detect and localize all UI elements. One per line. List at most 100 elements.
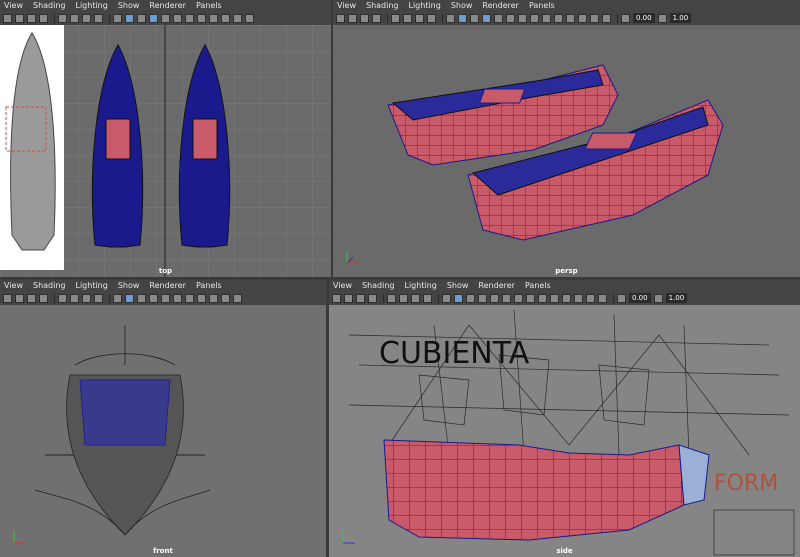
- film-gate-icon[interactable]: [399, 293, 408, 303]
- textured-icon[interactable]: [470, 13, 479, 23]
- isolate-icon[interactable]: [209, 13, 218, 23]
- isolate-icon[interactable]: [209, 293, 218, 303]
- viewport-canvas-front[interactable]: front: [0, 305, 326, 557]
- menu-renderer[interactable]: Renderer: [478, 281, 515, 290]
- menu-show[interactable]: Show: [451, 1, 473, 10]
- gate-mask-icon[interactable]: [423, 293, 432, 303]
- exposure-field[interactable]: 0.00: [629, 293, 651, 303]
- menu-renderer[interactable]: Renderer: [149, 1, 186, 10]
- image-plane-icon[interactable]: [39, 293, 48, 303]
- camera-icon[interactable]: [3, 293, 12, 303]
- menu-view[interactable]: View: [4, 281, 23, 290]
- menu-renderer[interactable]: Renderer: [482, 1, 519, 10]
- grid-icon[interactable]: [58, 13, 67, 23]
- grid-icon[interactable]: [58, 293, 67, 303]
- gate-mask-icon[interactable]: [94, 13, 103, 23]
- resolution-gate-icon[interactable]: [415, 13, 424, 23]
- bookmark-icon[interactable]: [27, 13, 36, 23]
- xray-icon[interactable]: [161, 293, 170, 303]
- wireframe-icon[interactable]: [442, 293, 451, 303]
- xray-joints-icon[interactable]: [550, 293, 559, 303]
- viewport-side[interactable]: View Shading Lighting Show Renderer Pane…: [329, 280, 800, 557]
- image-plane-icon[interactable]: [39, 13, 48, 23]
- exposure-field[interactable]: 0.00: [633, 13, 655, 23]
- resolution-gate-icon[interactable]: [82, 293, 91, 303]
- textured-icon[interactable]: [137, 293, 146, 303]
- lights-icon[interactable]: [173, 13, 182, 23]
- viewport-persp[interactable]: View Shading Lighting Show Renderer Pane…: [333, 0, 800, 277]
- isolate-icon[interactable]: [538, 293, 547, 303]
- smooth-shade-icon[interactable]: [454, 293, 463, 303]
- isolate-icon[interactable]: [542, 13, 551, 23]
- camera-icon[interactable]: [332, 293, 341, 303]
- menu-shading[interactable]: Shading: [33, 281, 66, 290]
- wireframe-icon[interactable]: [446, 13, 455, 23]
- bookmark-icon[interactable]: [356, 293, 365, 303]
- wireframe-icon[interactable]: [113, 293, 122, 303]
- exposure-icon[interactable]: [598, 293, 607, 303]
- lights-icon[interactable]: [502, 293, 511, 303]
- textured-icon[interactable]: [137, 13, 146, 23]
- menu-shading[interactable]: Shading: [33, 1, 66, 10]
- xray-icon[interactable]: [490, 293, 499, 303]
- xray-icon[interactable]: [161, 13, 170, 23]
- xray-icon[interactable]: [494, 13, 503, 23]
- grid-icon[interactable]: [391, 13, 400, 23]
- camera-icon[interactable]: [3, 13, 12, 23]
- menu-view[interactable]: View: [4, 1, 23, 10]
- gate-mask-icon[interactable]: [94, 293, 103, 303]
- viewport-canvas-side[interactable]: CUBIENTA FORM side: [329, 305, 800, 557]
- ao-icon[interactable]: [197, 13, 206, 23]
- camera-attr-icon[interactable]: [348, 13, 357, 23]
- ao-icon[interactable]: [526, 293, 535, 303]
- aa-icon[interactable]: [245, 13, 254, 23]
- camera-attr-icon[interactable]: [344, 293, 353, 303]
- lights-icon[interactable]: [506, 13, 515, 23]
- lights-icon[interactable]: [173, 293, 182, 303]
- bookmark-icon[interactable]: [27, 293, 36, 303]
- hud-icon[interactable]: [590, 13, 599, 23]
- viewport-front[interactable]: View Shading Lighting Show Renderer Pane…: [0, 280, 326, 557]
- viewport-canvas-top[interactable]: top: [0, 25, 331, 277]
- menu-panels[interactable]: Panels: [529, 1, 555, 10]
- menu-show[interactable]: Show: [118, 281, 140, 290]
- gate-mask-icon[interactable]: [427, 13, 436, 23]
- menu-lighting[interactable]: Lighting: [404, 281, 436, 290]
- menu-shading[interactable]: Shading: [362, 281, 395, 290]
- film-gate-icon[interactable]: [70, 13, 79, 23]
- menu-lighting[interactable]: Lighting: [408, 1, 440, 10]
- menu-show[interactable]: Show: [447, 281, 469, 290]
- gamma-field[interactable]: 1.00: [665, 293, 688, 303]
- menu-renderer[interactable]: Renderer: [149, 281, 186, 290]
- menu-shading[interactable]: Shading: [366, 1, 399, 10]
- viewport-top[interactable]: View Shading Lighting Show Renderer Pane…: [0, 0, 331, 277]
- menu-view[interactable]: View: [333, 281, 352, 290]
- shadows-icon[interactable]: [518, 13, 527, 23]
- image-plane-icon[interactable]: [372, 13, 381, 23]
- exposure-icon[interactable]: [602, 13, 611, 23]
- smooth-shade-icon[interactable]: [458, 13, 467, 23]
- gamma-field[interactable]: 1.00: [669, 13, 692, 23]
- xray-joints-icon[interactable]: [554, 13, 563, 23]
- wireframe-icon[interactable]: [113, 13, 122, 23]
- aa-icon[interactable]: [578, 13, 587, 23]
- menu-panels[interactable]: Panels: [196, 1, 222, 10]
- wireframe-on-shaded-icon[interactable]: [482, 13, 491, 23]
- smooth-shade-icon[interactable]: [125, 13, 134, 23]
- viewport-canvas-persp[interactable]: persp: [333, 25, 800, 277]
- resolution-gate-icon[interactable]: [411, 293, 420, 303]
- menu-panels[interactable]: Panels: [525, 281, 551, 290]
- shadows-icon[interactable]: [185, 13, 194, 23]
- wireframe-on-shaded-icon[interactable]: [149, 293, 158, 303]
- menu-view[interactable]: View: [337, 1, 356, 10]
- camera-icon[interactable]: [336, 13, 345, 23]
- backface-icon[interactable]: [233, 293, 242, 303]
- xray-joints-icon[interactable]: [221, 13, 230, 23]
- film-gate-icon[interactable]: [403, 13, 412, 23]
- wireframe-on-shaded-icon[interactable]: [149, 13, 158, 23]
- ao-icon[interactable]: [530, 13, 539, 23]
- hud-icon[interactable]: [586, 293, 595, 303]
- smooth-shade-icon[interactable]: [125, 293, 134, 303]
- menu-lighting[interactable]: Lighting: [75, 1, 107, 10]
- xray-joints-icon[interactable]: [221, 293, 230, 303]
